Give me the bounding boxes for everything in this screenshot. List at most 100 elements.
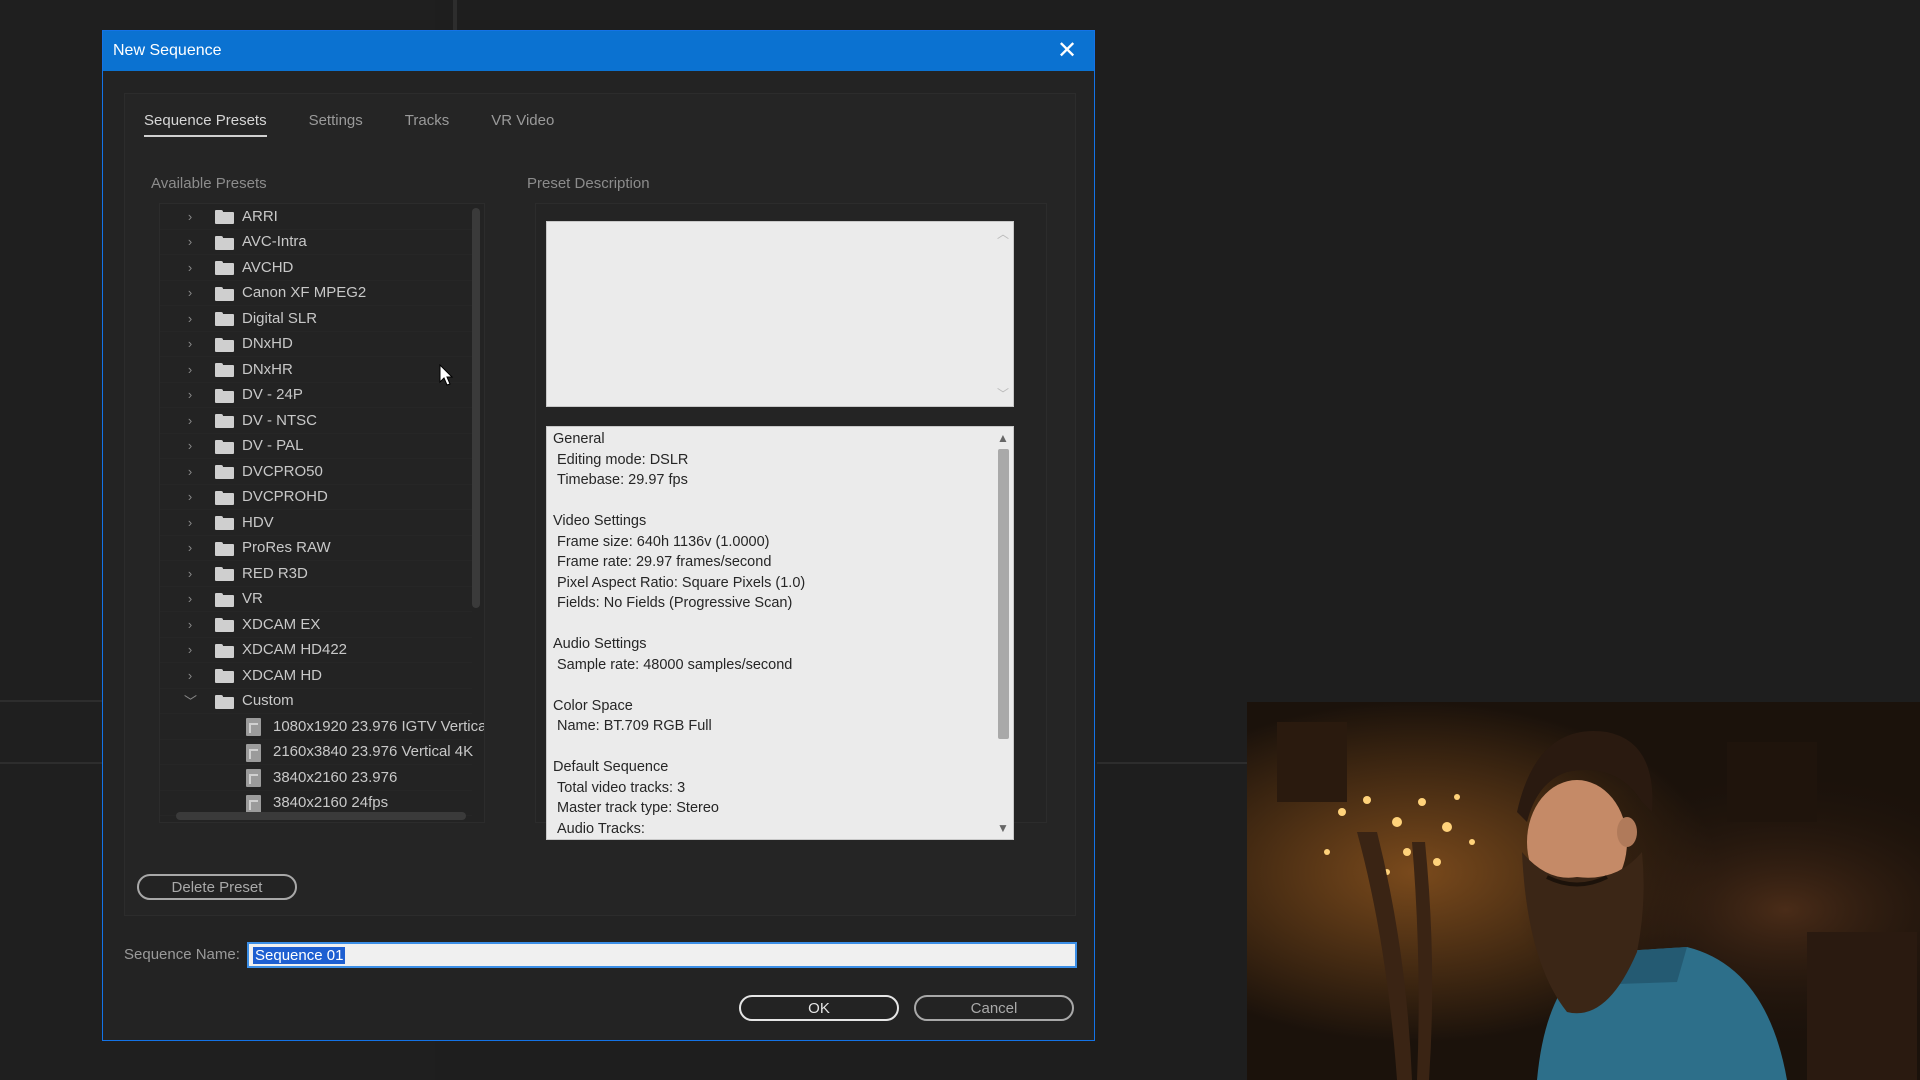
preset-folder-item[interactable]: › ARRI <box>160 204 472 230</box>
delete-preset-button[interactable]: Delete Preset <box>137 874 297 900</box>
folder-icon <box>215 643 234 658</box>
tab-settings[interactable]: Settings <box>309 104 363 137</box>
folder-icon <box>215 541 234 556</box>
custom-preset-label: 1080x1920 23.976 IGTV Vertica <box>273 717 485 735</box>
ok-button[interactable]: OK <box>739 995 899 1021</box>
folder-icon <box>215 669 234 683</box>
preset-folder-item[interactable]: › XDCAM EX <box>160 612 472 638</box>
description-line: Timebase: 29.97 fps <box>557 472 688 488</box>
folder-icon <box>215 465 234 479</box>
panel-divider <box>0 762 102 764</box>
tab-bar: Sequence Presets Settings Tracks VR Vide… <box>144 104 596 137</box>
chevron-right-icon[interactable]: › <box>184 336 196 351</box>
description-line: Name: BT.709 RGB Full <box>557 718 712 734</box>
chevron-right-icon[interactable]: › <box>184 387 196 402</box>
preset-folder-label: HDV <box>242 513 274 531</box>
custom-preset-item[interactable]: 1080x1920 23.976 IGTV Vertica <box>160 714 484 740</box>
preset-file-icon <box>246 718 261 736</box>
scroll-down-icon[interactable]: ▼ <box>993 818 1013 838</box>
scroll-up-icon[interactable]: ︿ <box>993 224 1013 244</box>
preset-folder-item[interactable]: ﹀ Custom <box>160 689 472 714</box>
preset-folder-item[interactable]: › XDCAM HD422 <box>160 638 472 663</box>
chevron-right-icon[interactable]: › <box>184 591 196 606</box>
chevron-right-icon[interactable]: › <box>184 464 196 479</box>
preset-details-box: General Editing mode: DSLR Timebase: 29.97… <box>546 426 1014 840</box>
preset-folder-label: DV - 24P <box>242 386 303 404</box>
description-line: Total video tracks: 3 <box>557 779 686 796</box>
sequence-name-input[interactable]: Sequence 01 <box>247 942 1077 968</box>
chevron-right-icon[interactable]: › <box>184 438 196 453</box>
chevron-right-icon[interactable]: › <box>184 642 196 657</box>
preset-description-box: ︿ ﹀ <box>546 221 1014 407</box>
chevron-right-icon[interactable]: › <box>184 489 196 504</box>
preset-folder-item[interactable]: › DNxHD <box>160 332 472 357</box>
preset-folder-label: XDCAM EX <box>242 615 321 633</box>
description-section-heading: Color Space <box>553 697 633 714</box>
preset-folder-item[interactable]: › DVCPRO50 <box>160 459 472 485</box>
preset-folder-label: DNxHD <box>242 335 293 353</box>
details-scroll-thumb[interactable] <box>998 449 1009 739</box>
preset-folder-item[interactable]: › AVC-Intra <box>160 230 472 255</box>
chevron-right-icon[interactable]: › <box>184 311 196 326</box>
preset-folder-item[interactable]: › DV - PAL <box>160 434 472 459</box>
chevron-right-icon[interactable]: › <box>184 234 196 249</box>
preset-folder-item[interactable]: › DNxHR <box>160 357 472 383</box>
preset-folder-item[interactable]: › DV - 24P <box>160 383 472 408</box>
preset-folder-item[interactable]: › ProRes RAW <box>160 536 472 561</box>
preset-folder-label: DNxHR <box>242 360 293 378</box>
available-presets-label: Available Presets <box>151 175 267 192</box>
cancel-button[interactable]: Cancel <box>914 995 1074 1021</box>
folder-icon <box>215 337 234 352</box>
tab-vr-video[interactable]: VR Video <box>491 104 554 137</box>
preset-folder-label: Canon XF MPEG2 <box>242 284 367 302</box>
preset-folder-label: AVCHD <box>242 258 294 276</box>
details-scrollbar[interactable]: ▲ ▼ <box>993 427 1013 839</box>
description-scrollbar[interactable]: ︿ ﹀ <box>993 222 1013 406</box>
tab-sequence-presets[interactable]: Sequence Presets <box>144 104 267 137</box>
chevron-down-icon[interactable]: ﹀ <box>184 691 197 710</box>
chevron-right-icon[interactable]: › <box>184 209 196 224</box>
custom-preset-label: 2160x3840 23.976 Vertical 4K <box>273 743 474 761</box>
preset-folder-item[interactable]: › HDV <box>160 510 472 536</box>
chevron-right-icon[interactable]: › <box>184 617 196 632</box>
scroll-up-icon[interactable]: ▲ <box>993 428 1013 448</box>
custom-preset-item[interactable]: 3840x2160 23.976 <box>160 765 472 791</box>
scroll-down-icon[interactable]: ﹀ <box>993 384 1013 404</box>
tab-tracks[interactable]: Tracks <box>405 104 449 137</box>
chevron-right-icon[interactable]: › <box>184 515 196 530</box>
preset-folder-item[interactable]: › VR <box>160 587 472 612</box>
preset-folder-item[interactable]: › XDCAM HD <box>160 663 472 689</box>
preset-folder-label: DVCPRO50 <box>242 462 323 480</box>
mouse-pointer-icon <box>439 364 454 386</box>
preset-description-panel: ︿ ﹀ General Editing mode: DSLR Timebase: 2… <box>535 203 1047 840</box>
preset-folder-label: Digital SLR <box>242 309 318 327</box>
folder-icon <box>215 414 234 428</box>
chevron-right-icon[interactable]: › <box>184 413 196 428</box>
folder-icon <box>215 439 234 454</box>
chevron-right-icon[interactable]: › <box>184 540 196 555</box>
preset-folder-item[interactable]: › DVCPROHD <box>160 485 472 510</box>
preset-description-label: Preset Description <box>527 175 650 192</box>
custom-preset-label: 3840x2160 24fps <box>273 794 389 812</box>
close-icon[interactable]: ✕ <box>1054 38 1080 64</box>
chevron-right-icon[interactable]: › <box>184 362 196 377</box>
folder-icon <box>215 694 234 709</box>
chevron-right-icon[interactable]: › <box>184 566 196 581</box>
preset-folder-item[interactable]: › Canon XF MPEG2 <box>160 281 472 306</box>
custom-preset-item[interactable]: 2160x3840 23.976 Vertical 4K <box>160 740 474 765</box>
folder-icon <box>215 618 234 632</box>
chevron-right-icon[interactable]: › <box>184 668 196 683</box>
panel-divider <box>1097 762 1247 764</box>
presets-horizontal-scrollbar[interactable] <box>176 812 466 820</box>
preset-folder-item[interactable]: › RED R3D <box>160 561 472 587</box>
presets-vertical-scrollbar[interactable] <box>472 208 480 608</box>
chevron-right-icon[interactable]: › <box>184 285 196 300</box>
preset-folder-label: XDCAM HD422 <box>242 641 348 659</box>
preset-folder-item[interactable]: › DV - NTSC <box>160 408 472 434</box>
folder-icon <box>215 286 234 301</box>
chevron-right-icon[interactable]: › <box>184 260 196 275</box>
preset-folder-item[interactable]: › AVCHD <box>160 255 472 281</box>
preset-folder-item[interactable]: › Digital SLR <box>160 306 472 332</box>
panel-divider <box>453 0 457 30</box>
